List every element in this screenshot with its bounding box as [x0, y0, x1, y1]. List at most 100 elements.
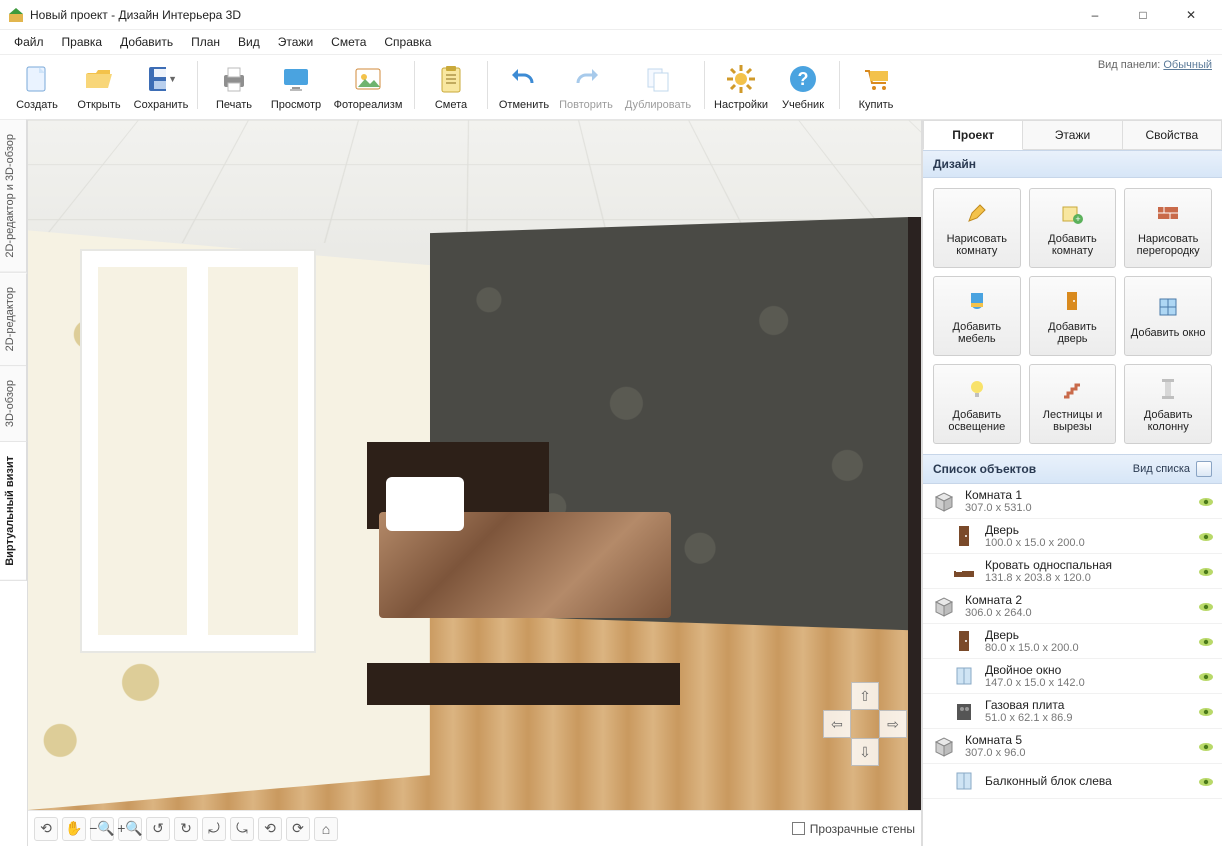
- visibility-toggle[interactable]: [1198, 601, 1214, 611]
- add-column-button[interactable]: Добавить колонну: [1124, 364, 1212, 444]
- side-tab-floors[interactable]: Этажи: [1023, 120, 1122, 150]
- objects-header: Список объектов Вид списка: [923, 454, 1222, 484]
- menu-правка[interactable]: Правка: [54, 32, 111, 52]
- svg-text:+: +: [1076, 214, 1081, 224]
- menubar: ФайлПравкаДобавитьПланВидЭтажиСметаСправ…: [0, 30, 1222, 55]
- menu-файл[interactable]: Файл: [6, 32, 52, 52]
- home-button[interactable]: ⌂: [314, 817, 338, 841]
- maximize-button[interactable]: □: [1120, 0, 1166, 30]
- nav-left-button[interactable]: ⇦: [823, 710, 851, 738]
- vtab-2d3d[interactable]: 2D-редактор и 3D-обзор: [0, 120, 27, 273]
- toolbar-label: Открыть: [77, 99, 120, 111]
- object-list: Комната 1307.0 x 531.0Дверь100.0 x 15.0 …: [923, 484, 1222, 846]
- preview-button[interactable]: Просмотр: [265, 59, 327, 113]
- add-light-button[interactable]: Добавить освещение: [933, 364, 1021, 444]
- object-name: Дверь: [985, 523, 1190, 537]
- visibility-toggle[interactable]: [1198, 566, 1214, 576]
- object-row[interactable]: Балконный блок слева: [923, 764, 1222, 799]
- rotate-right-button[interactable]: ⤿: [230, 817, 254, 841]
- vtab-vv[interactable]: Виртуальный визит: [0, 442, 27, 581]
- zoom-in-button[interactable]: +🔍: [118, 817, 142, 841]
- orbit-left-button[interactable]: ↺: [146, 817, 170, 841]
- zoom-out-button[interactable]: −🔍: [90, 817, 114, 841]
- gear-icon: [725, 63, 757, 95]
- object-row[interactable]: Комната 1307.0 x 531.0: [923, 484, 1222, 519]
- window-icon: [1156, 293, 1180, 321]
- stairs-button[interactable]: Лестницы и вырезы: [1029, 364, 1117, 444]
- visibility-toggle[interactable]: [1198, 706, 1214, 716]
- buy-button[interactable]: Купить: [845, 59, 907, 113]
- add-window-button[interactable]: Добавить окно: [1124, 276, 1212, 356]
- transparent-walls-label: Прозрачные стены: [810, 822, 915, 836]
- save-button[interactable]: ▼Сохранить: [130, 59, 192, 113]
- object-row[interactable]: Газовая плита51.0 x 62.1 x 86.9: [923, 694, 1222, 729]
- list-view-icon: [1196, 461, 1212, 477]
- menu-смета[interactable]: Смета: [323, 32, 374, 52]
- copy-icon: [642, 63, 674, 95]
- visibility-toggle[interactable]: [1198, 776, 1214, 786]
- orbit-right-button[interactable]: ↻: [174, 817, 198, 841]
- object-row[interactable]: Комната 5307.0 x 96.0: [923, 729, 1222, 764]
- photo-icon: [352, 63, 384, 95]
- scene-window-sash-right: [202, 261, 304, 641]
- nav-down-button[interactable]: ⇩: [851, 738, 879, 766]
- minimize-button[interactable]: –: [1072, 0, 1118, 30]
- draw-room-button[interactable]: Нарисовать комнату: [933, 188, 1021, 268]
- menu-этажи[interactable]: Этажи: [270, 32, 321, 52]
- tutorial-button[interactable]: ?Учебник: [772, 59, 834, 113]
- pan-button[interactable]: ✋: [62, 817, 86, 841]
- side-tab-props[interactable]: Свойства: [1123, 120, 1222, 150]
- design-label: Добавить освещение: [938, 409, 1016, 433]
- toolbar-separator: [839, 61, 840, 109]
- visibility-toggle[interactable]: [1198, 496, 1214, 506]
- object-name: Балконный блок слева: [985, 774, 1190, 788]
- visibility-toggle[interactable]: [1198, 636, 1214, 646]
- toolbar-label: Купить: [859, 99, 894, 111]
- view-list-control[interactable]: Вид списка: [1133, 461, 1212, 477]
- add-door-button[interactable]: Добавить дверь: [1029, 276, 1117, 356]
- print-button[interactable]: Печать: [203, 59, 265, 113]
- object-row[interactable]: Дверь80.0 x 15.0 x 200.0: [923, 624, 1222, 659]
- vtab-2d[interactable]: 2D-редактор: [0, 273, 27, 366]
- undo-button[interactable]: Отменить: [493, 59, 555, 113]
- transparent-walls-checkbox[interactable]: Прозрачные стены: [792, 822, 915, 836]
- add-room-button[interactable]: +Добавить комнату: [1029, 188, 1117, 268]
- menu-справка[interactable]: Справка: [376, 32, 439, 52]
- vtab-3d[interactable]: 3D-обзор: [0, 366, 27, 442]
- visibility-toggle[interactable]: [1198, 741, 1214, 751]
- object-row[interactable]: Дверь100.0 x 15.0 x 200.0: [923, 519, 1222, 554]
- visibility-toggle[interactable]: [1198, 531, 1214, 541]
- window-small-icon: [951, 768, 977, 794]
- add-furn-button[interactable]: Добавить мебель: [933, 276, 1021, 356]
- object-row[interactable]: Двойное окно147.0 x 15.0 x 142.0: [923, 659, 1222, 694]
- box-icon: [931, 593, 957, 619]
- object-row[interactable]: Комната 2306.0 x 264.0: [923, 589, 1222, 624]
- roll-right-button[interactable]: ⟳: [286, 817, 310, 841]
- create-button[interactable]: Создать: [6, 59, 68, 113]
- menu-план[interactable]: План: [183, 32, 228, 52]
- draw-part-button[interactable]: Нарисовать перегородку: [1124, 188, 1212, 268]
- open-button[interactable]: Открыть: [68, 59, 130, 113]
- object-row[interactable]: Кровать односпальная131.8 x 203.8 x 120.…: [923, 554, 1222, 589]
- workspace: 2D-редактор и 3D-обзор2D-редактор3D-обзо…: [0, 120, 1222, 846]
- view-360-button[interactable]: ⟲: [34, 817, 58, 841]
- rotate-left-button[interactable]: ⤾: [202, 817, 226, 841]
- close-button[interactable]: ✕: [1168, 0, 1214, 30]
- roll-left-button[interactable]: ⟲: [258, 817, 282, 841]
- visibility-toggle[interactable]: [1198, 671, 1214, 681]
- panel-mode-link[interactable]: Обычный: [1163, 59, 1212, 71]
- design-label: Добавить колонну: [1129, 409, 1207, 433]
- box-icon: [931, 733, 957, 759]
- dup-button: Дублировать: [617, 59, 699, 113]
- settings-button[interactable]: Настройки: [710, 59, 772, 113]
- viewport-3d[interactable]: ⇧ ⇩ ⇦ ⇨: [28, 120, 921, 810]
- menu-вид[interactable]: Вид: [230, 32, 268, 52]
- nav-right-button[interactable]: ⇨: [879, 710, 907, 738]
- design-header-title: Дизайн: [933, 157, 976, 171]
- nav-up-button[interactable]: ⇧: [851, 682, 879, 710]
- menu-добавить[interactable]: Добавить: [112, 32, 181, 52]
- undo-icon: [508, 63, 540, 95]
- estimate-button[interactable]: Смета: [420, 59, 482, 113]
- photoreal-button[interactable]: Фотореализм: [327, 59, 409, 113]
- side-tab-project[interactable]: Проект: [923, 120, 1023, 150]
